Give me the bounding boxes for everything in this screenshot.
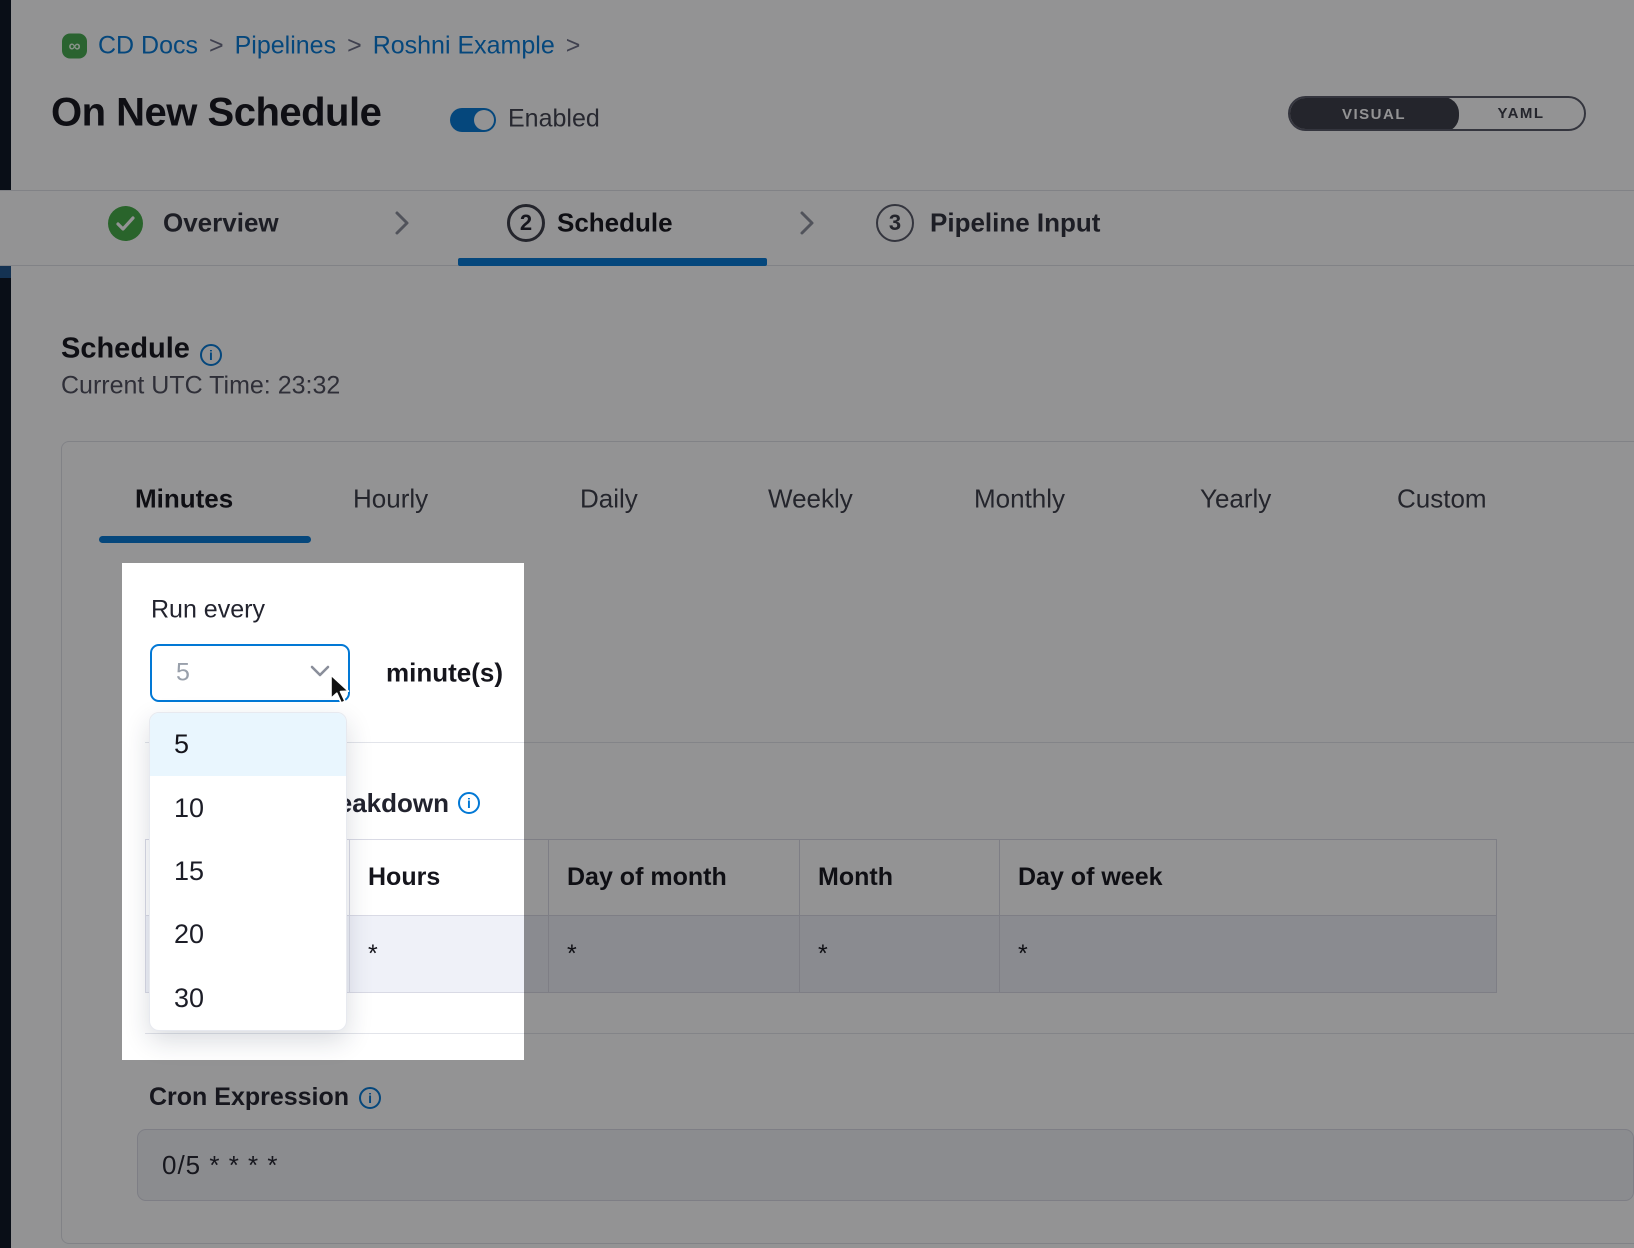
enabled-toggle[interactable]	[450, 108, 496, 132]
minutes-dropdown-menu: 5 10 15 20 30	[149, 712, 347, 1031]
dropdown-option-15[interactable]: 15	[150, 840, 346, 903]
tab-daily[interactable]: Daily	[580, 484, 638, 515]
tab-hourly[interactable]: Hourly	[353, 484, 428, 515]
table-header-row: Minutes Hours Day of month Month Day of …	[146, 840, 1496, 916]
toggle-knob	[474, 110, 494, 130]
col-header-hours: Hours	[350, 840, 549, 915]
enabled-label: Enabled	[508, 105, 600, 134]
tab-custom[interactable]: Custom	[1397, 484, 1487, 515]
active-tab-underline	[99, 536, 311, 543]
cell-month: *	[800, 916, 1000, 992]
section-title-schedule: Schedule	[61, 333, 190, 366]
expression-breakdown-table: Minutes Hours Day of month Month Day of …	[145, 839, 1497, 993]
breadcrumb: ∞ CD Docs > Pipelines > Roshni Example >	[62, 32, 580, 61]
breadcrumb-link-cd-docs[interactable]: CD Docs	[98, 32, 198, 61]
minutes-unit-label: minute(s)	[386, 658, 503, 689]
section-divider	[145, 1033, 1634, 1034]
cron-expression-input[interactable]: 0/5 * * * *	[137, 1129, 1634, 1201]
active-step-underline	[458, 258, 767, 266]
tab-weekly[interactable]: Weekly	[768, 484, 853, 515]
cell-day-of-week: *	[1000, 916, 1496, 992]
breadcrumb-separator: >	[209, 32, 224, 61]
cell-hours: *	[350, 916, 549, 992]
run-every-label: Run every	[151, 596, 265, 625]
page-title: On New Schedule	[51, 91, 381, 136]
minutes-select[interactable]: 5	[150, 644, 350, 702]
step-overview[interactable]: Overview	[163, 208, 279, 239]
col-header-month: Month	[800, 840, 1000, 915]
cron-expression-value: 0/5 * * * *	[138, 1150, 279, 1181]
breadcrumb-separator: >	[566, 32, 581, 61]
cell-day-of-month: *	[549, 916, 800, 992]
step-2-badge: 2	[507, 204, 545, 242]
info-icon[interactable]: i	[359, 1087, 381, 1109]
step-schedule[interactable]: Schedule	[557, 208, 673, 239]
step-pipeline-input[interactable]: Pipeline Input	[930, 208, 1100, 239]
dropdown-option-20[interactable]: 20	[150, 903, 346, 966]
trigger-schedule-screen: ∞ CD Docs > Pipelines > Roshni Example >…	[0, 0, 1634, 1248]
breadcrumb-link-pipelines[interactable]: Pipelines	[235, 32, 336, 61]
tab-monthly[interactable]: Monthly	[974, 484, 1065, 515]
col-header-day-of-week: Day of week	[1000, 840, 1496, 915]
left-nav-strip[interactable]	[0, 0, 11, 1248]
chevron-down-icon	[310, 664, 330, 682]
info-icon[interactable]: i	[458, 792, 480, 814]
visual-yaml-switcher: VISUAL YAML	[1288, 96, 1586, 131]
dropdown-option-10[interactable]: 10	[150, 776, 346, 839]
current-utc-time: Current UTC Time: 23:32	[61, 372, 340, 401]
section-divider	[145, 742, 1634, 743]
breadcrumb-separator: >	[347, 32, 362, 61]
tab-minutes[interactable]: Minutes	[135, 484, 233, 515]
col-header-day-of-month: Day of month	[549, 840, 800, 915]
dropdown-option-30[interactable]: 30	[150, 967, 346, 1030]
tab-yearly[interactable]: Yearly	[1200, 484, 1271, 515]
chevron-right-icon	[798, 210, 816, 236]
table-row: 0/5 * * * *	[146, 916, 1496, 992]
yaml-tab[interactable]: YAML	[1458, 98, 1584, 129]
cron-expression-label: Cron Expression	[149, 1083, 349, 1112]
cd-module-icon: ∞	[62, 34, 87, 59]
step-complete-check-icon	[108, 206, 143, 241]
info-icon[interactable]: i	[200, 344, 222, 366]
chevron-right-icon	[393, 210, 411, 236]
breadcrumb-link-pipeline-name[interactable]: Roshni Example	[373, 32, 555, 61]
minutes-select-value: 5	[176, 659, 190, 688]
visual-tab[interactable]: VISUAL	[1289, 97, 1459, 131]
dropdown-option-5[interactable]: 5	[150, 713, 346, 776]
step-3-badge: 3	[876, 204, 914, 242]
